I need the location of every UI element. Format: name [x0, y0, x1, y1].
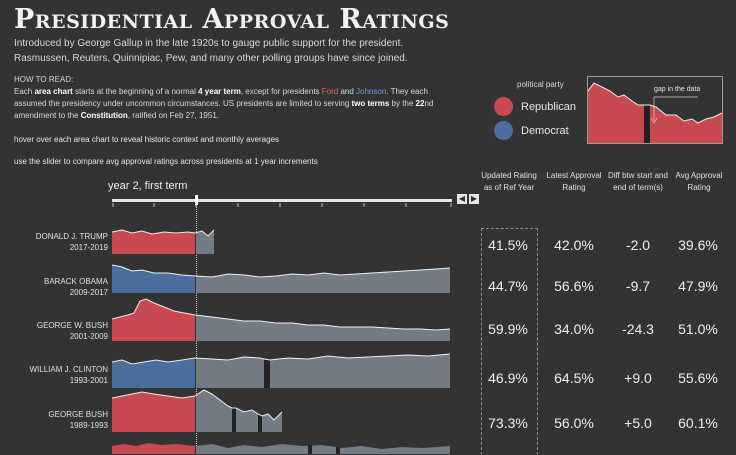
page-title: Presidential Approval Ratings [14, 4, 450, 35]
slider-label: year 2, first term [108, 180, 188, 192]
president-label: WILLIAM J. CLINTON 1993-2001 [29, 365, 108, 385]
latest-rating-value: 34.0% [554, 321, 594, 337]
hover-instruction: hover over each area chart to reveal his… [14, 135, 280, 144]
approval-area-chart[interactable] [112, 388, 452, 432]
approval-area-chart[interactable] [112, 440, 452, 454]
slider-ticks [112, 203, 452, 207]
year-slider-track[interactable] [112, 199, 452, 202]
year-slider-handle[interactable] [195, 195, 198, 205]
democrat-swatch-icon [494, 121, 513, 140]
intro-line-2: Rasmussen, Reuters, Quinnipiac, Pew, and… [14, 53, 408, 64]
ref-rating-value: 44.7% [488, 278, 528, 294]
gap-label: gap in the data [654, 86, 701, 93]
slider-next-button[interactable]: ▶ [469, 194, 479, 204]
legend-democrat: Democrat [494, 121, 569, 140]
president-label: BARACK OBAMA 2009-2017 [43, 277, 108, 297]
legend-title: political party [517, 80, 564, 89]
col-header-latest-rating: Latest Approval Rating [546, 171, 602, 192]
republican-swatch-icon [494, 97, 513, 116]
chevron-left-icon: ◀ [458, 194, 466, 203]
latest-rating-value: 64.5% [554, 370, 594, 386]
president-label: GEORGE W. BUSH 2001-2009 [36, 321, 108, 341]
avg-rating-value: 47.9% [678, 278, 718, 294]
col-header-avg-rating: Avg Approval Rating [675, 171, 723, 192]
avg-rating-value: 51.0% [678, 321, 718, 337]
intro-text: Introduced by George Gallup in the late … [14, 36, 484, 66]
avg-rating-value: 39.6% [678, 237, 718, 253]
avg-rating-value: 55.6% [678, 370, 718, 386]
chevron-right-icon: ▶ [470, 194, 478, 203]
legend-gap-example: gap in the data [587, 76, 723, 144]
approval-area-chart[interactable] [112, 224, 452, 254]
ref-rating-value: 59.9% [488, 321, 528, 337]
legend-republican: Republican [494, 97, 576, 116]
approval-area-chart[interactable] [112, 297, 452, 341]
col-header-ref-rating: Updated Rating as of Ref Year [481, 171, 537, 192]
president-label: GEORGE BUSH 1989-1993 [48, 410, 108, 430]
latest-rating-value: 56.6% [554, 278, 594, 294]
slider-instruction: use the slider to compare avg approval r… [14, 157, 318, 166]
latest-rating-value: 42.0% [554, 237, 594, 253]
ref-rating-value: 73.3% [488, 415, 528, 431]
col-header-diff: Diff btw start and end of term(s) [608, 171, 668, 192]
ref-rating-value: 41.5% [488, 237, 528, 253]
president-label: DONALD J. TRUMP 2017-2019 [35, 232, 108, 252]
intro-line-1: Introduced by George Gallup in the late … [14, 38, 404, 49]
ref-rating-value: 46.9% [488, 370, 528, 386]
latest-rating-value: 56.0% [554, 415, 594, 431]
how-to-description: Each area chart starts at the beginning … [14, 87, 434, 120]
slider-prev-button[interactable]: ◀ [457, 194, 467, 204]
approval-area-chart[interactable] [112, 263, 452, 293]
avg-rating-value: 60.1% [678, 415, 718, 431]
approval-area-chart[interactable] [112, 350, 452, 388]
how-to-heading: HOW TO READ: [14, 75, 74, 84]
